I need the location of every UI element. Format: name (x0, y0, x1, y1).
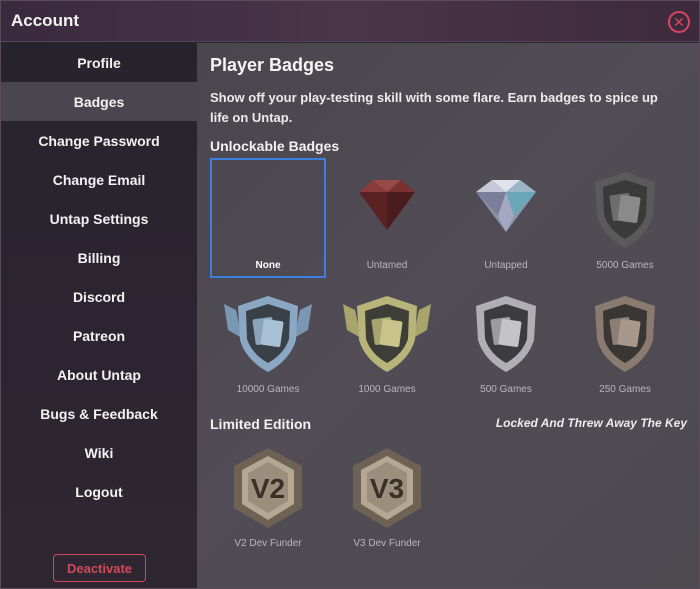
bronze-shield-cards-icon (595, 296, 655, 372)
silver-shield-cards-icon (476, 296, 536, 372)
badge-label: 5000 Games (596, 260, 654, 271)
account-window: Account ✕ Profile Badges Change Password… (0, 0, 700, 589)
badge-label: V3 Dev Funder (353, 538, 421, 549)
sidebar-item-label: Billing (77, 249, 121, 266)
sidebar: Profile Badges Change Password Change Em… (1, 43, 197, 588)
sidebar-item-logout[interactable]: Logout (1, 472, 197, 511)
badge-option-untamed[interactable]: Untamed (329, 158, 445, 278)
sidebar-item-label: Logout (75, 483, 123, 500)
sidebar-item-billing[interactable]: Billing (1, 238, 197, 277)
badge-option-5000-games[interactable]: 5000 Games (567, 158, 683, 278)
sidebar-item-change-email[interactable]: Change Email (1, 160, 197, 199)
badge-option-1000-games[interactable]: 1000 Games (329, 282, 445, 402)
sidebar-item-about-untap[interactable]: About Untap (1, 355, 197, 394)
window-title: Account (11, 11, 79, 30)
badge-label: Untamed (366, 260, 408, 271)
title-bar: Account ✕ (1, 1, 699, 42)
badge-label: V2 Dev Funder (234, 538, 302, 549)
unlockable-badges-title: Unlockable Badges (210, 138, 340, 154)
sidebar-item-wiki[interactable]: Wiki (1, 433, 197, 472)
badge-option-v3-dev-funder[interactable]: V3 V3 Dev Funder (329, 436, 445, 556)
badge-option-untapped[interactable]: Untapped (448, 158, 564, 278)
badge-label: None (255, 260, 281, 271)
badge-label: 500 Games (480, 384, 532, 395)
sidebar-item-change-password[interactable]: Change Password (1, 121, 197, 160)
badge-emblem-text: V3 (370, 473, 404, 504)
dark-shield-cards-icon (595, 172, 655, 248)
deactivate-button[interactable]: Deactivate (53, 554, 146, 582)
main-panel: Player Badges Show off your play-testing… (197, 43, 699, 588)
badge-option-v2-dev-funder[interactable]: V2 V2 Dev Funder (210, 436, 326, 556)
badge-emblem-text: V2 (251, 473, 285, 504)
sidebar-item-discord[interactable]: Discord (1, 277, 197, 316)
sidebar-item-label: Bugs & Feedback (40, 405, 158, 422)
sidebar-item-label: Profile (77, 54, 121, 71)
sidebar-item-label: Wiki (84, 444, 114, 461)
sidebar-item-label: Change Email (52, 171, 146, 188)
badge-label: 10000 Games (236, 384, 300, 395)
page-description: Show off your play-testing skill with so… (210, 90, 658, 125)
badge-option-250-games[interactable]: 250 Games (567, 282, 683, 402)
badge-label: 1000 Games (358, 384, 416, 395)
sidebar-item-label: Patreon (72, 327, 126, 344)
limited-edition-title: Limited Edition (210, 416, 312, 432)
sidebar-item-patreon[interactable]: Patreon (1, 316, 197, 355)
badge-label: 250 Games (599, 384, 651, 395)
gold-winged-shield-cards-icon (343, 296, 431, 372)
v3-hexagon-badge-icon: V3 (353, 448, 421, 528)
v2-hexagon-badge-icon: V2 (234, 448, 302, 528)
close-icon: ✕ (673, 14, 685, 30)
sidebar-item-label: Change Password (38, 132, 160, 149)
limited-edition-note: Locked And Threw Away The Key (495, 416, 687, 430)
sidebar-item-bugs-feedback[interactable]: Bugs & Feedback (1, 394, 197, 433)
badge-label: Untapped (484, 260, 528, 271)
diamond-gem-icon (476, 180, 536, 232)
sidebar-item-untap-settings[interactable]: Untap Settings (1, 199, 197, 238)
blue-winged-shield-cards-icon (224, 296, 312, 372)
sidebar-item-label: Untap Settings (49, 210, 149, 227)
close-button[interactable]: ✕ (668, 11, 690, 33)
badge-option-10000-games[interactable]: 10000 Games (210, 282, 326, 402)
red-gem-icon (359, 180, 415, 230)
badge-option-500-games[interactable]: 500 Games (448, 282, 564, 402)
sidebar-item-label: Discord (72, 288, 126, 305)
sidebar-item-label: About Untap (57, 366, 141, 383)
sidebar-item-profile[interactable]: Profile (1, 43, 197, 82)
sidebar-item-label: Badges (73, 93, 125, 110)
empty-badge-slot (218, 166, 318, 254)
badge-option-none[interactable]: None (210, 158, 326, 278)
sidebar-item-badges[interactable]: Badges (1, 82, 197, 121)
page-title: Player Badges (210, 55, 335, 75)
